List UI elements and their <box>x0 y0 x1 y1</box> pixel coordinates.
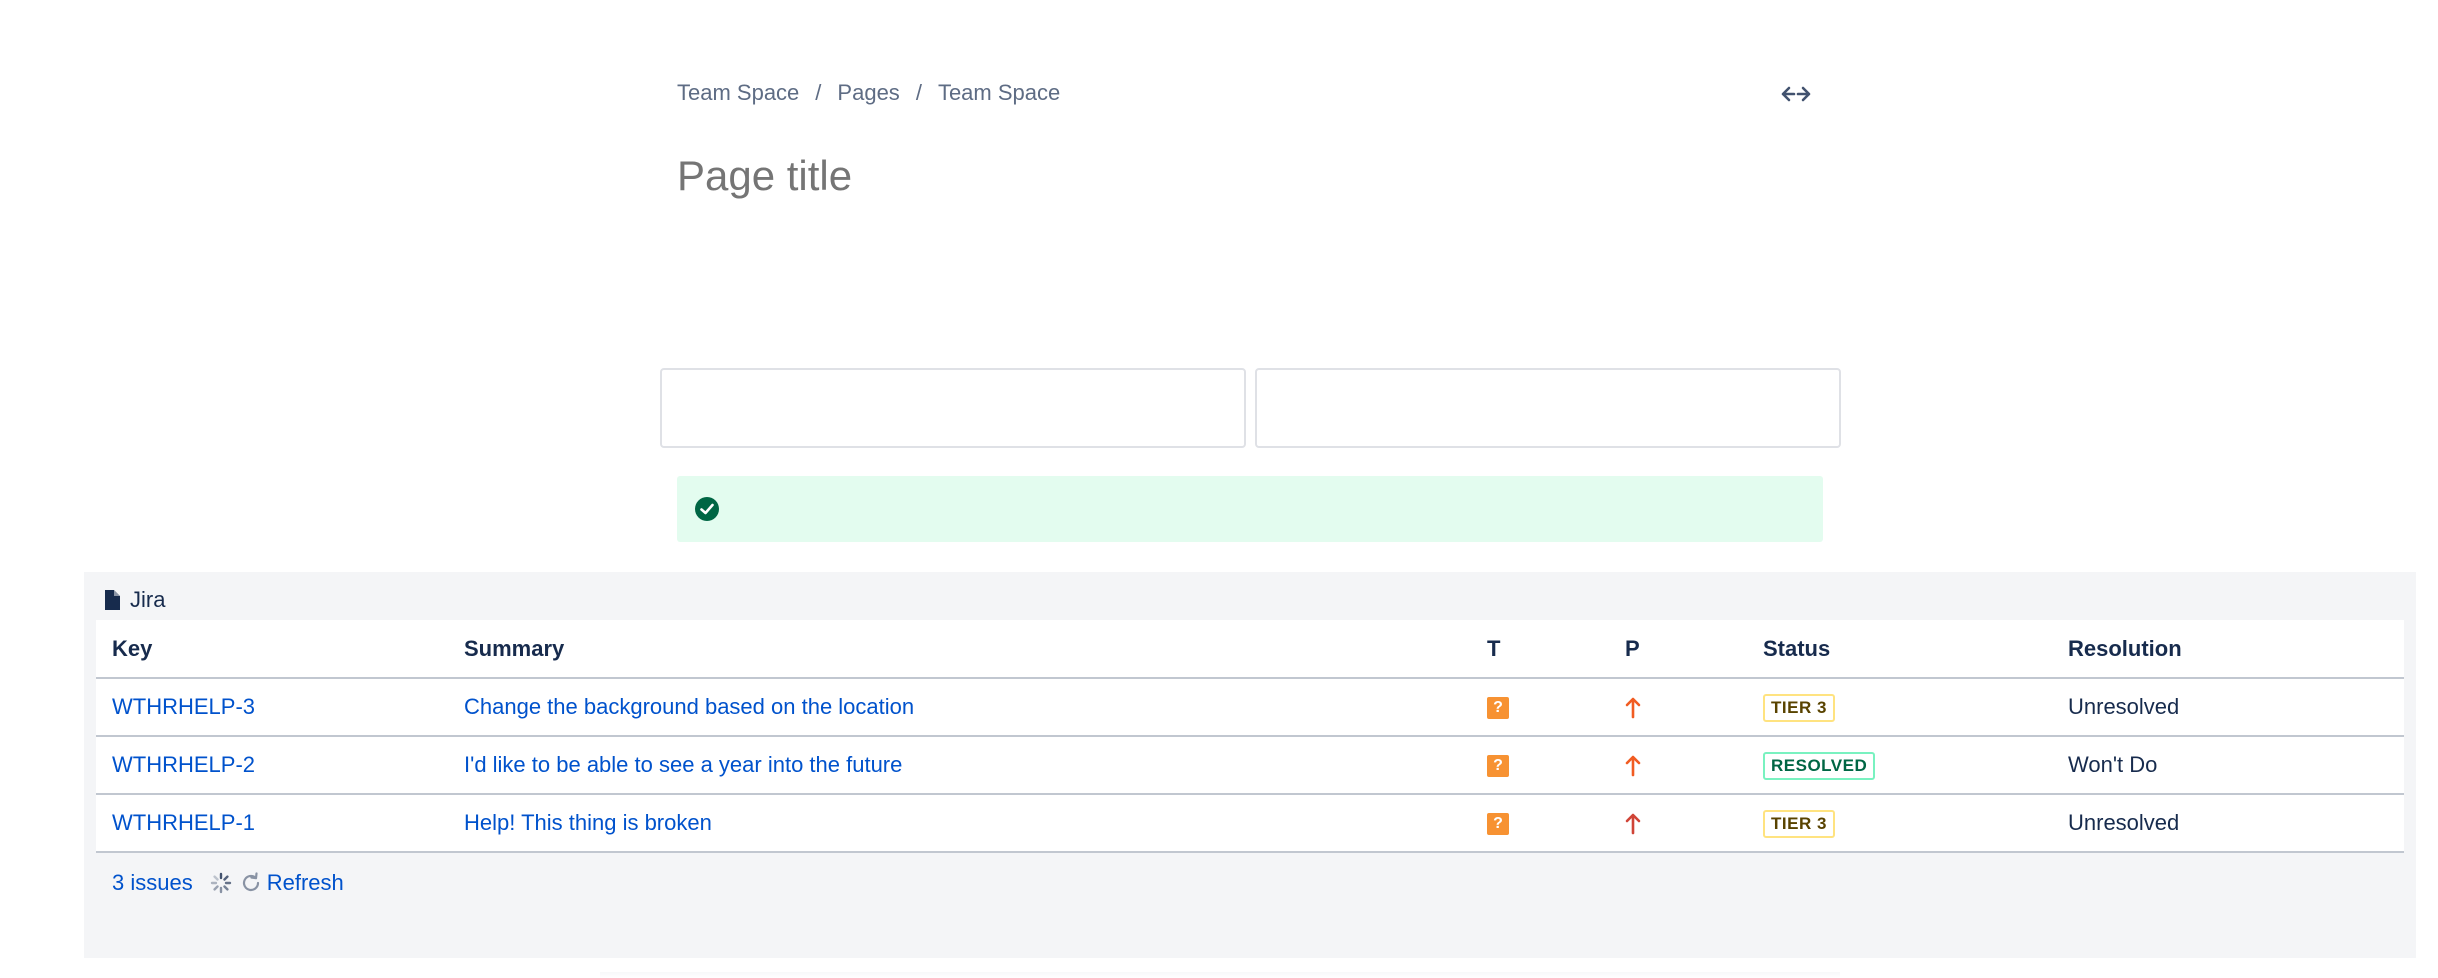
breadcrumb: Team Space / Pages / Team Space <box>677 80 1060 106</box>
column-header-type[interactable]: T <box>1471 620 1609 679</box>
document-icon <box>105 590 120 610</box>
expand-width-icon[interactable] <box>1780 82 1812 106</box>
breadcrumb-item-current-team-space[interactable]: Team Space <box>938 80 1060 106</box>
refresh-link[interactable]: Refresh <box>267 870 344 896</box>
column-header-key[interactable]: Key <box>96 620 448 679</box>
breadcrumb-separator: / <box>815 80 822 105</box>
column-header-priority[interactable]: P <box>1609 620 1747 679</box>
issue-summary-link[interactable]: I'd like to be able to see a year into t… <box>464 752 902 777</box>
arrow-up-orange-icon <box>1625 697 1641 719</box>
table-row: WTHRHELP-3 Change the background based o… <box>96 678 2404 737</box>
arrow-up-orange-icon <box>1625 755 1641 777</box>
column-header-status[interactable]: Status <box>1747 620 2052 679</box>
content-box-right[interactable] <box>1255 368 1841 448</box>
resolution-cell: Unresolved <box>2052 678 2404 737</box>
table-header-row: Key Summary T P Status Resolution <box>96 620 2404 679</box>
resolution-cell: Unresolved <box>2052 794 2404 853</box>
jira-footer: 3 issues Refresh <box>112 870 344 896</box>
success-panel[interactable] <box>677 476 1823 542</box>
column-header-summary[interactable]: Summary <box>448 620 1471 679</box>
page-title-input[interactable] <box>677 152 1797 200</box>
breadcrumb-separator: / <box>915 80 922 105</box>
arrow-up-red-icon <box>1625 813 1641 835</box>
breadcrumb-item-pages[interactable]: Pages <box>837 80 899 106</box>
check-circle-icon <box>695 497 719 521</box>
breadcrumb-item-team-space[interactable]: Team Space <box>677 80 799 106</box>
table-row: WTHRHELP-1 Help! This thing is broken ? … <box>96 794 2404 853</box>
issue-count-link[interactable]: 3 issues <box>112 870 193 896</box>
issue-summary-link[interactable]: Help! This thing is broken <box>464 810 712 835</box>
content-bottom-edge <box>600 972 1840 978</box>
jira-macro-label: Jira <box>130 587 166 612</box>
page: Team Space / Pages / Team Space Jira <box>0 0 2438 978</box>
loading-spinner-icon <box>210 872 231 894</box>
question-icon: ? <box>1487 755 1509 778</box>
status-badge: RESOLVED <box>1763 751 1876 780</box>
status-badge: TIER 3 <box>1763 809 1835 838</box>
jira-issues-table: Key Summary T P Status Resolution WTHRHE… <box>96 620 2404 853</box>
question-icon: ? <box>1487 697 1509 720</box>
column-header-resolution[interactable]: Resolution <box>2052 620 2404 679</box>
content-box-left[interactable] <box>660 368 1246 448</box>
issue-key-link[interactable]: WTHRHELP-2 <box>112 752 255 777</box>
refresh-icon[interactable] <box>239 871 263 895</box>
table-row: WTHRHELP-2 I'd like to be able to see a … <box>96 736 2404 795</box>
issue-key-link[interactable]: WTHRHELP-3 <box>112 694 255 719</box>
status-badge: TIER 3 <box>1763 693 1835 722</box>
resolution-cell: Won't Do <box>2052 736 2404 795</box>
jira-issues-macro[interactable]: Jira Key Summary T P Status Resolution W… <box>84 572 2416 958</box>
issue-key-link[interactable]: WTHRHELP-1 <box>112 810 255 835</box>
jira-macro-header: Jira <box>104 582 165 618</box>
question-icon: ? <box>1487 813 1509 836</box>
issue-summary-link[interactable]: Change the background based on the locat… <box>464 694 914 719</box>
